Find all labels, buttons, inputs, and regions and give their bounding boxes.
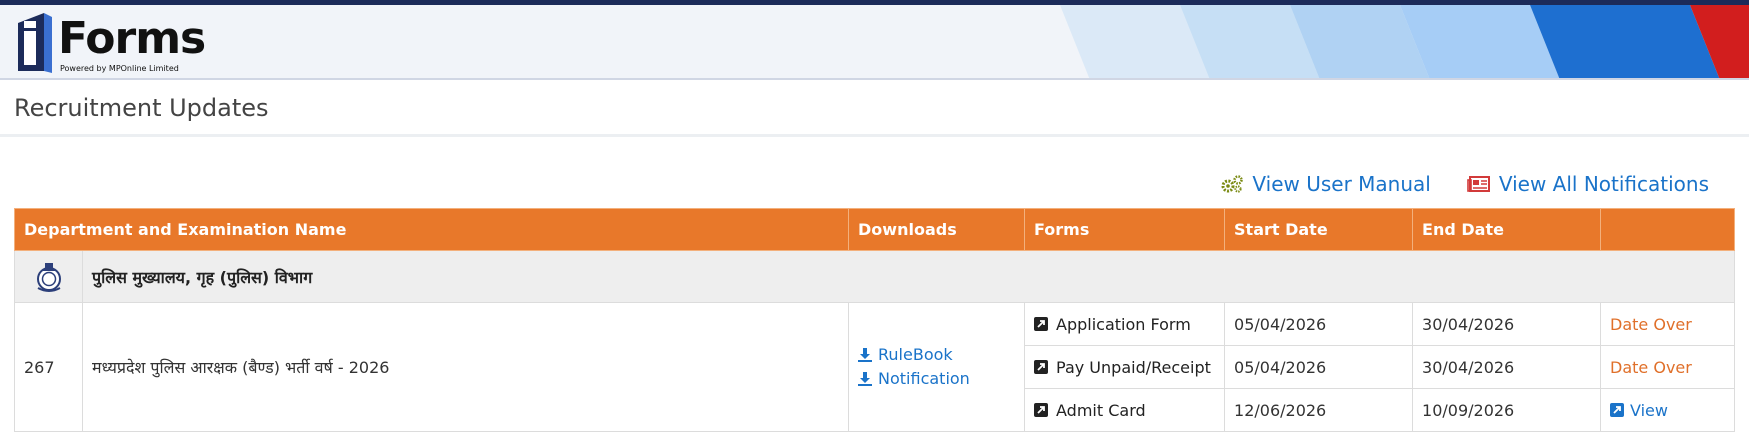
view-all-notifications-link[interactable]: View All Notifications (1467, 172, 1709, 196)
police-emblem-icon (36, 262, 61, 292)
header-banner: Forms Powered by MPOnline Limited (0, 5, 1749, 80)
external-link-icon (1034, 317, 1049, 331)
pay-unpaid-link[interactable]: Pay Unpaid/Receipt (1034, 358, 1224, 377)
header-start-date: Start Date (1224, 208, 1414, 251)
admit-card-view-label: View (1630, 400, 1668, 420)
header-downloads: Downloads (848, 208, 1026, 251)
exam-number: 267 (14, 302, 83, 432)
notification-label: Notification (878, 369, 970, 388)
header-forms: Forms (1024, 208, 1226, 251)
view-user-manual-label: View User Manual (1252, 172, 1431, 196)
rulebook-label: RuleBook (878, 345, 953, 364)
admit-card-start-date: 12/06/2026 (1224, 388, 1414, 432)
page-title: Recruitment Updates (14, 94, 269, 122)
logo-text: Forms (58, 13, 206, 64)
exam-name: मध्यप्रदेश पुलिस आरक्षक (बैण्ड) भर्ती वर… (81, 302, 850, 432)
logo-subtitle: Powered by MPOnline Limited (60, 64, 179, 73)
downloads-cell: RuleBook Notification (848, 302, 1026, 432)
pay-unpaid-status: Date Over (1600, 345, 1736, 389)
view-user-manual-link[interactable]: View User Manual (1220, 172, 1431, 196)
header-end-date: End Date (1412, 208, 1602, 251)
table-header-row: Department and Examination Name Download… (13, 208, 1736, 251)
recruitment-table: Department and Examination Name Download… (13, 208, 1736, 432)
exam-form-row-1: 267 मध्यप्रदेश पुलिस आरक्षक (बैण्ड) भर्त… (14, 302, 1736, 432)
pay-unpaid-start-date: 05/04/2026 (1224, 345, 1414, 389)
pay-unpaid-end-date: 30/04/2026 (1412, 345, 1602, 389)
application-form-label: Application Form (1056, 314, 1191, 334)
department-name: पुलिस मुख्यालय, गृह (पुलिस) विभाग (81, 250, 1736, 303)
application-form-link[interactable]: Application Form (1034, 315, 1224, 334)
admit-card-action-cell: View (1600, 388, 1736, 432)
department-row: पुलिस मुख्यालय, गृह (पुलिस) विभाग (14, 250, 1736, 303)
notification-download-link[interactable]: Notification (858, 367, 1024, 391)
department-emblem-cell (14, 250, 83, 303)
admit-card-label: Admit Card (1056, 400, 1146, 420)
form-application[interactable]: Application Form (1024, 302, 1226, 346)
form-admit-card[interactable]: Admit Card (1024, 388, 1226, 432)
banner-decoration (1060, 5, 1749, 78)
gears-icon (1221, 175, 1244, 193)
external-link-icon (1034, 403, 1049, 417)
form-pay-unpaid[interactable]: Pay Unpaid/Receipt (1024, 345, 1226, 389)
application-end-date: 30/04/2026 (1412, 302, 1602, 346)
iforms-logo[interactable]: Forms Powered by MPOnline Limited (14, 9, 214, 78)
rulebook-download-link[interactable]: RuleBook (858, 343, 1024, 367)
logo-i-icon (18, 13, 52, 73)
admit-card-link[interactable]: Admit Card (1034, 401, 1224, 420)
external-link-icon (1034, 360, 1049, 374)
admit-card-view-link[interactable]: View (1610, 401, 1734, 420)
external-link-icon (1610, 403, 1625, 417)
newspaper-icon (1467, 176, 1490, 192)
quick-links: View User Manual View All Notifications (1220, 172, 1709, 196)
header-action (1600, 208, 1736, 251)
admit-card-end-date: 10/09/2026 (1412, 388, 1602, 432)
view-all-notifications-label: View All Notifications (1498, 172, 1709, 196)
title-divider (0, 134, 1749, 137)
application-start-date: 05/04/2026 (1224, 302, 1414, 346)
application-status: Date Over (1600, 302, 1736, 346)
header-department: Department and Examination Name (13, 208, 850, 251)
download-icon (858, 348, 873, 362)
download-icon (858, 372, 873, 386)
pay-unpaid-label: Pay Unpaid/Receipt (1056, 357, 1211, 377)
